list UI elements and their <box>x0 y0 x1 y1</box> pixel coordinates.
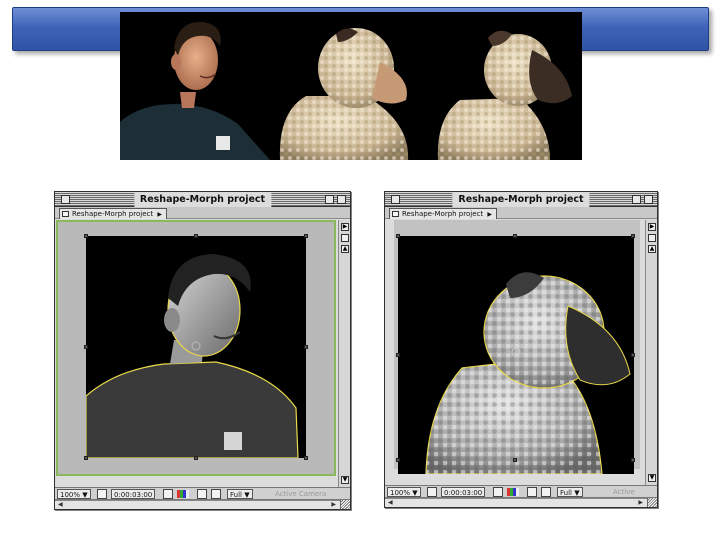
sheep-layer-svg <box>425 272 631 474</box>
safe-zones-icon[interactable] <box>427 487 437 497</box>
comp-tab-label: Reshape-Morph project <box>72 210 154 218</box>
comp-tab[interactable]: Reshape-Morph project ▶ <box>59 208 167 219</box>
bounding-handle[interactable] <box>631 353 635 357</box>
window-title-bar[interactable]: Reshape-Morph project <box>55 192 350 207</box>
bounding-handle[interactable] <box>513 234 517 238</box>
comp-tab[interactable]: Reshape-Morph project ▶ <box>389 208 497 219</box>
resolution-value: Full <box>230 491 242 499</box>
current-time-field[interactable]: 0:00:03:00 <box>111 489 156 499</box>
morph-photo <box>279 28 409 160</box>
comp-frame-man[interactable] <box>86 236 306 458</box>
channel-color-chips[interactable] <box>177 490 189 498</box>
zoom-menu[interactable]: 100% ▼ <box>387 487 421 497</box>
windowshade-box-icon[interactable] <box>337 195 346 204</box>
camera-menu[interactable]: Active Camera <box>273 489 328 499</box>
scroll-left-icon[interactable]: ◀ <box>388 499 393 507</box>
bounding-handle[interactable] <box>304 234 308 238</box>
horizontal-scrollbar[interactable]: ◀ ▶ <box>385 498 657 507</box>
bounding-handle[interactable] <box>194 456 198 460</box>
zoom-value: 100% <box>390 489 411 497</box>
bounding-handle[interactable] <box>194 234 198 238</box>
zoom-box-icon[interactable] <box>325 195 334 204</box>
window-title-bar[interactable]: Reshape-Morph project <box>385 192 657 207</box>
resolution-value: Full <box>560 489 572 497</box>
scroll-down-icon[interactable]: ▼ <box>648 474 656 482</box>
comp-window-right[interactable]: Reshape-Morph project Reshape-Morph proj… <box>384 191 658 508</box>
bounding-handle[interactable] <box>396 234 400 238</box>
morph-photo-strip <box>120 12 582 160</box>
comp-flowchart-icon[interactable] <box>341 234 349 242</box>
comp-tab-row: Reshape-Morph project ▶ <box>55 207 350 219</box>
flowchart-arrow-icon[interactable]: ▶ <box>341 223 349 231</box>
scroll-right-icon[interactable]: ▶ <box>638 499 643 507</box>
timecode-value: 0:00:03:00 <box>114 491 153 499</box>
comp-tab-label: Reshape-Morph project <box>402 210 484 218</box>
snapshot-camera-icon[interactable] <box>493 487 503 497</box>
grow-box-icon[interactable] <box>340 500 350 509</box>
window-title: Reshape-Morph project <box>452 192 590 207</box>
region-of-interest-icon[interactable] <box>197 489 207 499</box>
zoom-value: 100% <box>60 491 81 499</box>
bounding-handle[interactable] <box>84 456 88 460</box>
composition-icon <box>62 211 69 217</box>
window-title: Reshape-Morph project <box>133 192 272 207</box>
sheep-photo <box>437 30 572 160</box>
comp-bottom-toolbar: 100% ▼ 0:00:03:00 Full ▼ Active Camera <box>55 487 350 500</box>
scroll-up-icon[interactable]: ▲ <box>341 245 349 253</box>
zoom-menu[interactable]: 100% ▼ <box>57 489 91 499</box>
bounding-handle[interactable] <box>396 353 400 357</box>
close-box-icon[interactable] <box>391 195 400 204</box>
comp-viewer[interactable] <box>56 220 336 476</box>
resolution-menu[interactable]: Full ▼ <box>227 489 253 499</box>
morph-photo-svg <box>120 21 572 160</box>
flowchart-arrow-icon[interactable]: ▶ <box>648 223 656 231</box>
resolution-menu[interactable]: Full ▼ <box>557 487 583 497</box>
comp-tab-row: Reshape-Morph project ▶ <box>385 207 657 219</box>
comp-frame-sheep[interactable] <box>398 236 634 474</box>
scroll-right-icon[interactable]: ▶ <box>331 501 336 509</box>
composition-icon <box>392 211 399 217</box>
current-time-field[interactable]: 0:00:03:00 <box>441 487 486 497</box>
channel-color-chips[interactable] <box>507 488 519 496</box>
bounding-handle[interactable] <box>304 345 308 349</box>
horizontal-scrollbar[interactable]: ◀ ▶ <box>55 500 350 509</box>
tab-menu-arrow-icon[interactable]: ▶ <box>487 211 492 218</box>
scroll-left-icon[interactable]: ◀ <box>58 501 63 509</box>
comp-side-bar: ▶ ▲ ▼ <box>338 220 350 487</box>
timecode-value: 0:00:03:00 <box>444 489 483 497</box>
camera-menu[interactable]: Active <box>611 487 637 497</box>
bounding-handle[interactable] <box>396 458 400 462</box>
comp-window-left[interactable]: Reshape-Morph project Reshape-Morph proj… <box>54 191 351 510</box>
man-photo <box>120 21 270 160</box>
bounding-handle[interactable] <box>84 234 88 238</box>
comp-viewer[interactable] <box>394 220 640 474</box>
bounding-handle[interactable] <box>513 458 517 462</box>
region-of-interest-icon[interactable] <box>527 487 537 497</box>
snapshot-camera-icon[interactable] <box>163 489 173 499</box>
bounding-handle[interactable] <box>631 234 635 238</box>
comp-bottom-toolbar: 100% ▼ 0:00:03:00 Full ▼ Active <box>385 485 657 498</box>
scroll-up-icon[interactable]: ▲ <box>648 245 656 253</box>
tab-menu-arrow-icon[interactable]: ▶ <box>157 211 162 218</box>
comp-side-bar: ▶ ▲ ▼ <box>645 220 657 485</box>
transparency-grid-icon[interactable] <box>541 487 551 497</box>
comp-flowchart-icon[interactable] <box>648 234 656 242</box>
scroll-down-icon[interactable]: ▼ <box>341 476 349 484</box>
close-box-icon[interactable] <box>61 195 70 204</box>
zoom-box-icon[interactable] <box>632 195 641 204</box>
transparency-grid-icon[interactable] <box>211 489 221 499</box>
windowshade-box-icon[interactable] <box>644 195 653 204</box>
grow-box-icon[interactable] <box>647 498 657 507</box>
man-layer-svg <box>86 254 299 458</box>
bounding-handle[interactable] <box>304 456 308 460</box>
safe-zones-icon[interactable] <box>97 489 107 499</box>
bounding-handle[interactable] <box>84 345 88 349</box>
bounding-handle[interactable] <box>631 458 635 462</box>
